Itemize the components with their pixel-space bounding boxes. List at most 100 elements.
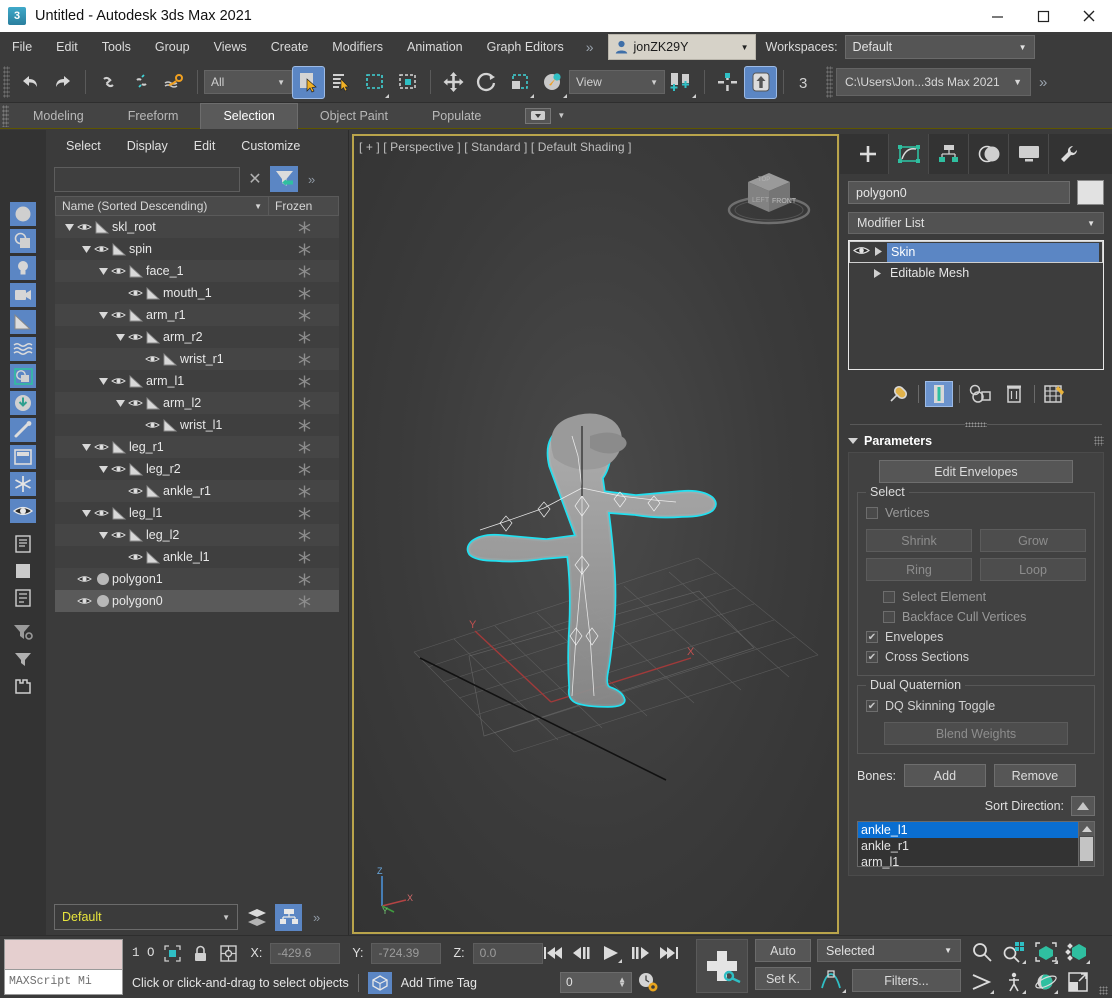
scene-node-ankle_r1[interactable]: ankle_r1	[55, 480, 269, 502]
select-and-scale-button[interactable]	[503, 66, 536, 99]
frozen-cell[interactable]	[269, 414, 339, 436]
visibility-eye-icon[interactable]	[110, 376, 127, 386]
use-pivot-point-center-button[interactable]	[665, 66, 698, 99]
frozen-cell[interactable]	[269, 590, 339, 612]
object-name-field[interactable]: polygon0	[848, 181, 1070, 204]
zoom-icon[interactable]	[968, 939, 996, 965]
next-frame-button[interactable]	[627, 941, 653, 965]
blank-panel-icon[interactable]	[10, 559, 36, 583]
edit-envelopes-button[interactable]: Edit Envelopes	[879, 460, 1073, 483]
frozen-cell[interactable]	[269, 480, 339, 502]
absolute-relative-transform-icon[interactable]	[219, 943, 239, 963]
modifier-expand-arrow-icon[interactable]	[873, 267, 882, 281]
configure-modifier-sets-icon[interactable]	[1041, 381, 1069, 407]
viewport-canvas[interactable]: Y X [+] [Perspective] [Standard] […	[354, 136, 837, 932]
key-filter-dropdown[interactable]: Selected ▼	[817, 939, 961, 962]
create-tab[interactable]	[848, 134, 888, 174]
visibility-eye-icon[interactable]	[110, 530, 127, 540]
set-key-mode-button[interactable]: Set K.	[755, 967, 811, 990]
filter-bones-icon[interactable]	[10, 418, 36, 442]
visibility-eye-icon[interactable]	[127, 486, 144, 496]
table-row[interactable]: face_1	[55, 260, 339, 282]
chevron-down-icon[interactable]	[97, 267, 110, 276]
ribbon-tab-modeling[interactable]: Modeling	[11, 103, 106, 129]
frozen-cell[interactable]	[269, 370, 339, 392]
bone-list[interactable]: ankle_l1 ankle_r1 arm_l1	[857, 821, 1095, 870]
frozen-cell[interactable]	[269, 216, 339, 238]
chevron-down-icon[interactable]	[80, 443, 93, 452]
scene-node-arm_l1[interactable]: arm_l1	[55, 370, 269, 392]
table-row[interactable]: arm_l2	[55, 392, 339, 414]
select-by-name-button[interactable]	[325, 66, 358, 99]
select-element-checkbox-row[interactable]: Select Element	[883, 587, 1086, 607]
add-bone-button[interactable]: Add	[903, 764, 986, 787]
scene-node-polygon0[interactable]: polygon0	[55, 590, 269, 612]
table-row[interactable]: leg_l2	[55, 524, 339, 546]
undo-button[interactable]	[13, 66, 46, 99]
modifier-stack[interactable]: Skin Editable Mesh	[848, 240, 1104, 370]
modifier-eye-icon[interactable]	[853, 245, 870, 259]
frozen-cell[interactable]	[269, 238, 339, 260]
field-of-view-icon[interactable]	[968, 969, 996, 995]
frozen-cell[interactable]	[269, 260, 339, 282]
filter-xrefs-icon[interactable]	[10, 391, 36, 415]
frozen-cell[interactable]	[269, 568, 339, 590]
go-to-end-button[interactable]	[656, 941, 682, 965]
maximize-button[interactable]	[1020, 0, 1066, 32]
table-row[interactable]: wrist_r1	[55, 348, 339, 370]
maxscript-mini-listener[interactable]: MAXScript Mi	[4, 939, 123, 995]
scene-node-face_1[interactable]: face_1	[55, 260, 269, 282]
explorer-overflow-chevron-icon[interactable]: »	[308, 172, 315, 187]
filter-lights-icon[interactable]	[10, 256, 36, 280]
frozen-cell[interactable]	[269, 502, 339, 524]
named-selection-sets-button[interactable]	[744, 65, 777, 99]
make-unique-icon[interactable]	[966, 381, 994, 407]
save-layout-icon[interactable]	[10, 674, 36, 698]
current-layer-dropdown[interactable]: Default ▼	[54, 904, 238, 930]
frozen-cell[interactable]	[269, 326, 339, 348]
sort-direction-ascending-button[interactable]	[1071, 796, 1095, 816]
visibility-eye-icon[interactable]	[76, 596, 93, 606]
bone-list-item-arm-l1[interactable]: arm_l1	[858, 854, 1078, 870]
minimize-button[interactable]	[974, 0, 1020, 32]
play-animation-button[interactable]	[598, 941, 624, 965]
explorer-menu-edit[interactable]: Edit	[194, 139, 216, 153]
visibility-eye-icon[interactable]	[110, 464, 127, 474]
toolbar-overflow-chevron-icon[interactable]: »	[1031, 74, 1055, 91]
envelopes-checkbox-row[interactable]: ✔ Envelopes	[866, 627, 1086, 647]
scene-node-ankle_l1[interactable]: ankle_l1	[55, 546, 269, 568]
freeze-icon[interactable]	[10, 472, 36, 496]
menu-tools[interactable]: Tools	[90, 32, 143, 62]
scene-node-leg_l2[interactable]: leg_l2	[55, 524, 269, 546]
path-grip[interactable]	[826, 66, 833, 98]
ribbon-tab-object-paint[interactable]: Object Paint	[298, 103, 410, 129]
resize-grip-icon[interactable]	[1099, 986, 1108, 995]
filter-funnel-icon[interactable]	[10, 647, 36, 671]
rectangular-selection-region-button[interactable]	[358, 66, 391, 99]
bone-list-scrollbar[interactable]	[1078, 822, 1094, 866]
zoom-extents-icon[interactable]	[1032, 939, 1060, 965]
bind-to-space-warp-icon[interactable]	[158, 66, 191, 99]
ribbon-tab-selection[interactable]: Selection	[200, 102, 298, 129]
menu-modifiers[interactable]: Modifiers	[320, 32, 395, 62]
visibility-eye-icon[interactable]	[144, 420, 161, 430]
filter-groups-icon[interactable]	[10, 364, 36, 388]
configure-filter-icon[interactable]	[10, 620, 36, 644]
table-row[interactable]: skl_root	[55, 216, 339, 238]
visibility-eye-icon[interactable]	[127, 398, 144, 408]
window-crossing-toggle-button[interactable]	[391, 66, 424, 99]
ribbon-tab-freeform[interactable]: Freeform	[106, 103, 201, 129]
pin-stack-icon[interactable]	[884, 381, 912, 407]
add-time-tag-label[interactable]: Add Time Tag	[401, 976, 477, 990]
menu-animation[interactable]: Animation	[395, 32, 475, 62]
modify-tab[interactable]	[888, 134, 928, 174]
vertices-checkbox[interactable]	[866, 507, 878, 519]
bone-list-item-ankle-r1[interactable]: ankle_r1	[858, 838, 1078, 854]
mirror-button[interactable]: 3	[790, 66, 823, 99]
ribbon-grip[interactable]	[2, 104, 9, 127]
scrollbar-thumb[interactable]	[1080, 837, 1093, 861]
chevron-down-icon[interactable]	[80, 245, 93, 254]
frame-spinner-icon[interactable]: ▲ ▼	[618, 976, 626, 989]
visibility-eye-icon[interactable]	[93, 442, 110, 452]
chevron-down-icon[interactable]	[97, 311, 110, 320]
